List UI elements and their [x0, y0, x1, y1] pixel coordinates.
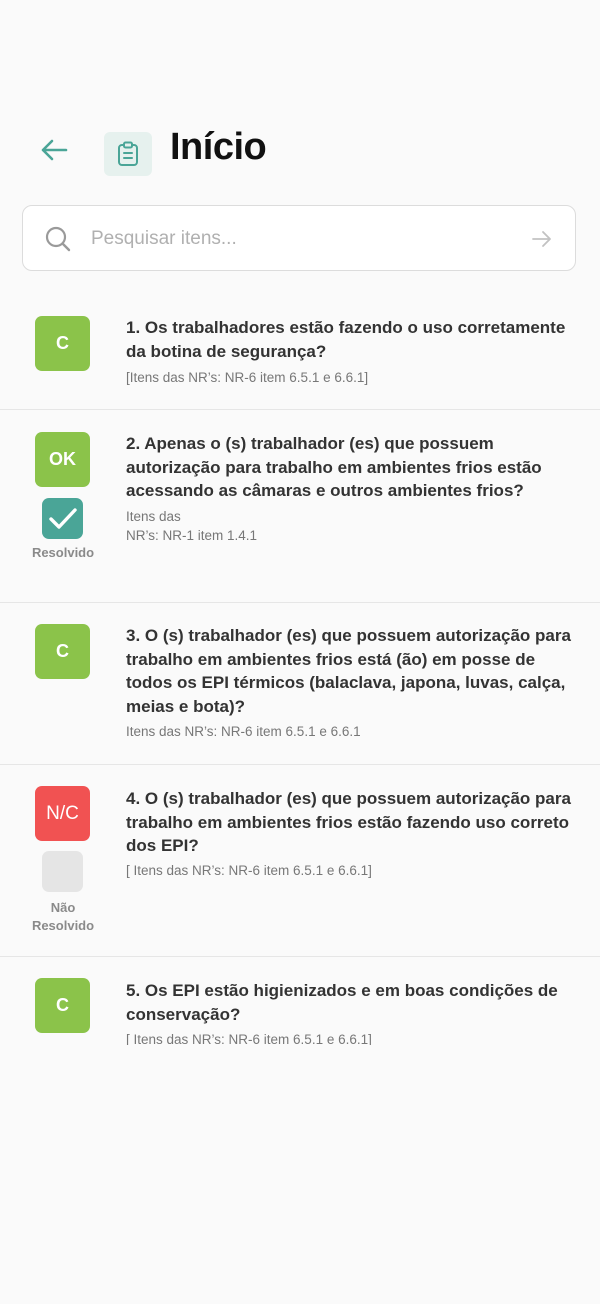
unresolved-label-line1: Não [50, 900, 76, 915]
item-reference: Itens das NR’s: NR-6 item 6.5.1 e 6.6.1 [126, 724, 361, 739]
list-item[interactable]: C 3. O (s) trabalhador (es) que possuem … [0, 603, 600, 765]
item-reference-line1: Itens das [126, 509, 181, 524]
search-input[interactable] [89, 218, 513, 260]
clipboard-icon [118, 141, 138, 166]
item-question: 2. Apenas o (s) trabalhador (es) que pos… [126, 434, 542, 500]
resolved-checkbox[interactable] [42, 498, 83, 539]
search-icon [45, 226, 71, 252]
item-question: 1. Os trabalhadores estão fazendo o uso … [126, 318, 566, 361]
unresolved-label-line2: Resolvido [31, 918, 95, 933]
unresolved-checkbox[interactable] [42, 851, 83, 892]
item-question: 5. Os EPI estão higienizados e em boas c… [126, 981, 558, 1024]
status-badge[interactable]: C [35, 978, 90, 1033]
resolved-label: Resolvido [31, 545, 95, 560]
item-reference-line2: NR’s: NR-1 item 1.4.1 [126, 528, 258, 543]
search-bar [22, 205, 576, 271]
checkmark-icon [48, 507, 77, 529]
status-badge[interactable]: C [35, 624, 90, 679]
status-badge[interactable]: C [35, 316, 90, 371]
item-question: 3. O (s) trabalhador (es) que possuem au… [126, 626, 571, 716]
item-reference: [ Itens das NR’s: NR-6 item 6.5.1 e 6.6.… [126, 1032, 372, 1045]
list-item[interactable]: C 1. Os trabalhadores estão fazendo o us… [0, 296, 600, 410]
list-item[interactable]: C 5. Os EPI estão higienizados e em boas… [0, 957, 600, 1045]
list-item[interactable]: N/C Não Resolvido 4. O (s) trabalhador (… [0, 765, 600, 957]
arrow-left-icon [41, 139, 68, 161]
page-title: Início [170, 126, 267, 168]
item-reference: [ Itens das NR’s: NR-6 item 6.5.1 e 6.6.… [126, 863, 372, 878]
item-reference: [Itens das NR’s: NR-6 item 6.5.1 e 6.6.1… [126, 370, 369, 385]
status-badge[interactable]: OK [35, 432, 90, 487]
back-button[interactable] [30, 132, 78, 168]
item-question: 4. O (s) trabalhador (es) que possuem au… [126, 789, 571, 855]
status-badge[interactable]: N/C [35, 786, 90, 841]
arrow-right-icon[interactable] [531, 228, 553, 250]
header: Início [0, 118, 600, 184]
page-icon [104, 132, 152, 176]
list-item[interactable]: OK Resolvido 2. Apenas o (s) trabalhador… [0, 410, 600, 603]
